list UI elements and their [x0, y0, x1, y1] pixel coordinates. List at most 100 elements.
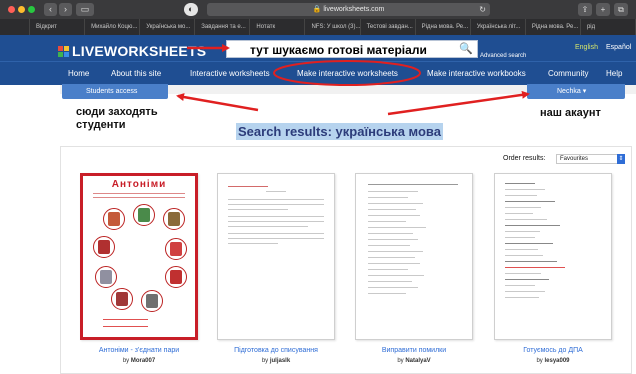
back-icon[interactable]: ‹ [44, 3, 57, 16]
worksheet-card[interactable]: Антоніми [80, 173, 198, 340]
thumbnail-line [505, 195, 537, 196]
worksheet-thumbnail[interactable] [217, 173, 335, 340]
close-window-button[interactable] [8, 6, 15, 13]
order-results-select[interactable]: Favourites ⇕ [556, 154, 625, 164]
lock-icon: 🔒 [312, 6, 322, 13]
advanced-search-link[interactable]: Advanced search [480, 53, 526, 59]
thumbnail-line [368, 215, 420, 216]
browser-tab[interactable]: Михайло Коцю... [85, 19, 141, 35]
thumbnail-line [228, 221, 324, 222]
browser-tab[interactable]: Рідна мова. Ре... [526, 19, 581, 35]
browser-tab[interactable]: Рідна мова. Ре... [416, 19, 471, 35]
thumbnail-line [505, 249, 538, 250]
address-bar[interactable]: 🔒 liveworksheets.com ↻ [207, 3, 490, 16]
worksheet-thumbnail[interactable] [355, 173, 473, 340]
browser-tab[interactable] [0, 19, 30, 35]
worksheet-title-link[interactable]: Антоніми - з'єднати пари [80, 347, 198, 354]
site-logo[interactable]: LIVEWORKSHEETS [58, 43, 206, 59]
menu-community[interactable]: Community [548, 69, 588, 78]
thumbnail-instructions [93, 193, 185, 198]
browser-tab[interactable]: Відкрит [30, 19, 86, 35]
menu-home[interactable]: Home [68, 69, 89, 78]
students-arrow [176, 93, 259, 112]
search-box: 🔍 [226, 40, 478, 58]
picture-circle [133, 204, 155, 226]
worksheet-author: by lesya009 [494, 358, 612, 364]
author-prefix: by [122, 358, 130, 364]
picture-circle [103, 208, 125, 230]
reload-icon[interactable]: ↻ [479, 3, 486, 16]
order-results-label: Order results: [503, 155, 546, 162]
menu-interactive-worksheets[interactable]: Interactive worksheets [190, 69, 270, 78]
author-name[interactable]: NatalyaV [405, 358, 430, 364]
worksheet-card[interactable] [355, 173, 473, 340]
picture-icon [170, 270, 182, 284]
author-name[interactable]: lesya009 [544, 358, 569, 364]
thumbnail-line [505, 243, 553, 244]
sidebar-icon[interactable]: ▭ [76, 3, 94, 16]
menu-make-worksheets[interactable]: Make interactive worksheets [297, 69, 398, 78]
tab-overview-icon[interactable]: ⧉ [614, 3, 628, 16]
worksheet-title-link[interactable]: Виправити помилки [355, 347, 473, 354]
new-tab-icon[interactable]: + [596, 3, 610, 16]
search-icon[interactable]: 🔍 [459, 42, 473, 55]
author-prefix: by [261, 358, 269, 364]
account-menu-button[interactable]: Nechka ▾ [527, 84, 625, 99]
worksheet-thumbnail[interactable]: Антоніми [80, 173, 198, 340]
order-results-value: Favourites [560, 156, 589, 162]
thumbnail-line [505, 279, 549, 280]
picture-icon [100, 270, 112, 284]
worksheet-author: by juljaslk [217, 358, 335, 364]
worksheet-author: by NatalyaV [355, 358, 473, 364]
browser-tab[interactable]: Завдання та е... [195, 19, 251, 35]
browser-tab[interactable]: Українська літ... [471, 19, 526, 35]
thumbnail-line [368, 257, 415, 258]
menu-make-workbooks[interactable]: Make interactive workbooks [427, 69, 526, 78]
students-access-button[interactable]: Students access [62, 84, 168, 99]
thumbnail-line [368, 251, 423, 252]
picture-circle [163, 208, 185, 230]
address-text: liveworksheets.com [323, 6, 385, 13]
search-input[interactable] [227, 42, 452, 58]
browser-titlebar: ‹ › ▭ ◐ 🔒 liveworksheets.com ↻ ⇪ + ⧉ [0, 0, 636, 19]
forward-icon[interactable]: › [59, 3, 72, 16]
browser-tab[interactable]: NFS: У школ (3)... [305, 19, 361, 35]
language-english-link[interactable]: English [575, 44, 598, 51]
browser-tab[interactable]: рід [581, 19, 636, 35]
worksheet-card[interactable] [217, 173, 335, 340]
thumbnail-line [505, 201, 555, 202]
share-icon[interactable]: ⇪ [578, 3, 592, 16]
thumbnail-line [505, 219, 547, 220]
menu-about[interactable]: About this site [111, 69, 161, 78]
worksheet-thumbnail[interactable] [494, 173, 612, 340]
browser-tab[interactable]: Тестові завдан... [361, 19, 416, 35]
thumbnail-line [228, 238, 324, 239]
worksheet-title-link[interactable]: Готуємось до ДПА [494, 347, 612, 354]
menu-help[interactable]: Help [606, 69, 622, 78]
thumbnail-line [368, 203, 423, 204]
thumbnail-heading: Антоніми [111, 179, 167, 190]
thumbnail-line [505, 297, 539, 298]
picture-circle [141, 290, 163, 312]
worksheet-card[interactable] [494, 173, 612, 340]
picture-icon [146, 294, 158, 308]
thumbnail-line [505, 183, 535, 184]
thumbnail-line [505, 189, 545, 190]
thumbnail-line [505, 267, 565, 268]
language-spanish-link[interactable]: Español [606, 44, 631, 51]
worksheet-title-link[interactable]: Підготовка до списування [217, 347, 335, 354]
students-annotation-line1: сюди заходять [76, 106, 158, 118]
browser-tab[interactable]: Українська мо... [140, 19, 196, 35]
thumbnail-line [368, 281, 412, 282]
thumbnail-line [228, 204, 324, 205]
maximize-window-button[interactable] [28, 6, 35, 13]
thumbnail-line [505, 291, 545, 292]
privacy-icon[interactable]: ◐ [184, 3, 198, 16]
browser-tab[interactable]: Нотатк [250, 19, 306, 35]
author-name[interactable]: juljaslk [270, 358, 290, 364]
select-arrow-icon: ⇕ [617, 154, 625, 164]
students-annotation-line2: студенти [76, 119, 126, 131]
thumbnail-line [505, 231, 540, 232]
minimize-window-button[interactable] [18, 6, 25, 13]
author-name[interactable]: Mora007 [131, 358, 155, 364]
